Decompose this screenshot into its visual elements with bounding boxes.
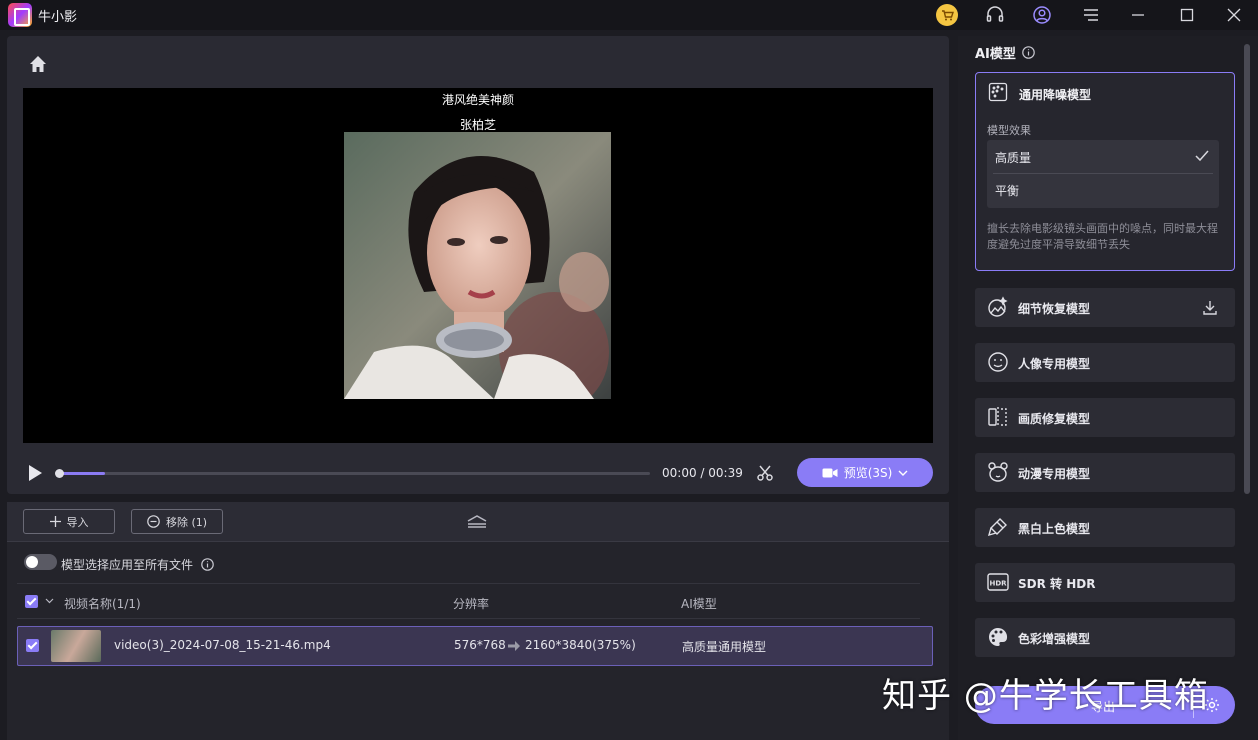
file-list-panel: 导入 移除 (1) 模型选择应用至所有文件 视频名称(1/1) 分辨率 AI模型… — [7, 502, 949, 740]
model-label: 色彩增强模型 — [1018, 632, 1091, 646]
video-frame-image — [344, 132, 611, 399]
collapse-panel-icon[interactable] — [466, 514, 488, 530]
ai-model-sidebar: AI模型 通用降噪模型 模型效果 高质量 平衡 擅长去除电影级镜头画面中的噪点，… — [958, 36, 1258, 740]
camera-icon — [822, 468, 838, 477]
progress-slider[interactable] — [55, 469, 650, 478]
minus-circle-icon — [147, 515, 160, 528]
app-logo-icon — [8, 3, 32, 27]
apply-all-toggle[interactable] — [24, 554, 57, 570]
sidebar-title: AI模型 — [975, 43, 1035, 62]
apply-all-text: 模型选择应用至所有文件 — [61, 558, 194, 572]
close-icon[interactable] — [1222, 3, 1246, 27]
effect-label: 模型效果 — [987, 124, 1031, 137]
model-label: 动漫专用模型 — [1018, 467, 1091, 481]
svg-text:HDR: HDR — [989, 580, 1007, 588]
info-icon[interactable] — [201, 558, 214, 571]
import-button[interactable]: 导入 — [23, 509, 115, 534]
table-header: 视频名称(1/1) 分辨率 AI模型 — [17, 583, 920, 619]
app-title: 牛小影 — [38, 10, 78, 25]
player-controls: 00:00 / 00:39 预览(3S) — [23, 456, 933, 490]
plus-icon — [49, 516, 61, 527]
preview-label: 预览(3S) — [843, 466, 893, 480]
file-name: video(3)_2024-07-08_15-21-46.mp4 — [114, 638, 331, 652]
option-balanced[interactable]: 平衡 — [995, 182, 1019, 199]
check-icon — [1195, 150, 1209, 162]
landscape-icon — [987, 296, 1009, 318]
video-thumbnail — [51, 630, 101, 662]
option-divider — [993, 173, 1213, 174]
noise-icon — [988, 82, 1010, 104]
select-all-checkbox[interactable] — [25, 595, 38, 608]
face-icon — [987, 351, 1009, 373]
model-item-anime[interactable]: 动漫专用模型 — [975, 453, 1235, 492]
sidebar-title-text: AI模型 — [975, 47, 1016, 62]
model-item-color-enhance[interactable]: 色彩增强模型 — [975, 618, 1235, 657]
row-model: 高质量通用模型 — [682, 640, 767, 654]
remove-button[interactable]: 移除 (1) — [131, 509, 223, 534]
video-caption-name: 张柏芝 — [459, 118, 496, 132]
active-model-title: 通用降噪模型 — [1019, 88, 1092, 102]
effect-options: 高质量 平衡 — [987, 140, 1219, 208]
column-header-name: 视频名称(1/1) — [64, 597, 141, 611]
sidebar-scrollbar[interactable] — [1244, 44, 1250, 494]
watermark-text: 知乎 @牛学长工具箱 — [882, 676, 1209, 716]
file-toolbar: 导入 移除 (1) — [7, 502, 949, 542]
model-label: SDR 转 HDR — [1018, 577, 1096, 591]
resolution-source: 576*768 — [454, 638, 506, 652]
hdr-icon: HDR — [987, 571, 1009, 593]
preview-button[interactable]: 预览(3S) — [797, 458, 933, 487]
model-item-detail-restore[interactable]: 细节恢复模型 — [975, 288, 1235, 327]
column-header-model: AI模型 — [681, 597, 717, 611]
model-label: 黑白上色模型 — [1018, 522, 1091, 536]
headset-icon[interactable] — [983, 3, 1007, 27]
remove-label: 移除 (1) — [165, 515, 208, 529]
info-icon[interactable] — [1022, 46, 1035, 59]
video-caption-title: 港风绝美神颜 — [441, 93, 514, 107]
compare-icon — [987, 406, 1009, 428]
option-high-quality[interactable]: 高质量 — [995, 149, 1031, 166]
palette-icon — [987, 626, 1009, 648]
bear-icon — [987, 461, 1009, 483]
scissors-icon[interactable] — [756, 464, 774, 482]
brush-icon — [987, 516, 1009, 538]
title-bar: 牛小影 — [0, 0, 1258, 30]
video-viewport[interactable]: 港风绝美神颜 张柏芝 — [23, 88, 933, 443]
model-item-portrait[interactable]: 人像专用模型 — [975, 343, 1235, 382]
model-label: 人像专用模型 — [1018, 357, 1091, 371]
model-item-sdr-hdr[interactable]: HDR SDR 转 HDR — [975, 563, 1235, 602]
chevron-down-icon — [898, 470, 908, 476]
chevron-down-icon[interactable] — [45, 598, 54, 604]
model-item-quality-repair[interactable]: 画质修复模型 — [975, 398, 1235, 437]
apply-all-label: 模型选择应用至所有文件 — [61, 556, 214, 573]
time-readout: 00:00 / 00:39 — [662, 466, 743, 480]
play-icon[interactable] — [27, 464, 45, 482]
model-label: 细节恢复模型 — [1018, 302, 1091, 316]
resolution-target: 2160*3840(375%) — [525, 638, 636, 652]
user-account-icon[interactable] — [1030, 3, 1054, 27]
table-row[interactable]: video(3)_2024-07-08_15-21-46.mp4 576*768… — [17, 626, 933, 666]
maximize-icon[interactable] — [1175, 3, 1199, 27]
cart-icon[interactable] — [935, 3, 959, 27]
model-label: 画质修复模型 — [1018, 412, 1091, 426]
progress-handle[interactable] — [55, 469, 64, 478]
minimize-icon[interactable] — [1126, 3, 1150, 27]
model-description: 擅长去除电影级镜头画面中的噪点，同时最大程度避免过度平滑导致细节丢失 — [987, 222, 1218, 251]
model-card-denoise[interactable]: 通用降噪模型 模型效果 高质量 平衡 擅长去除电影级镜头画面中的噪点，同时最大程… — [975, 72, 1235, 271]
model-item-colorize[interactable]: 黑白上色模型 — [975, 508, 1235, 547]
home-icon[interactable] — [27, 53, 51, 77]
progress-fill — [58, 472, 106, 475]
menu-icon[interactable] — [1079, 3, 1103, 27]
arrow-right-icon — [508, 641, 520, 651]
download-icon[interactable] — [1202, 300, 1218, 316]
import-label: 导入 — [66, 515, 89, 529]
column-header-resolution: 分辨率 — [453, 597, 490, 611]
row-checkbox[interactable] — [26, 639, 39, 652]
